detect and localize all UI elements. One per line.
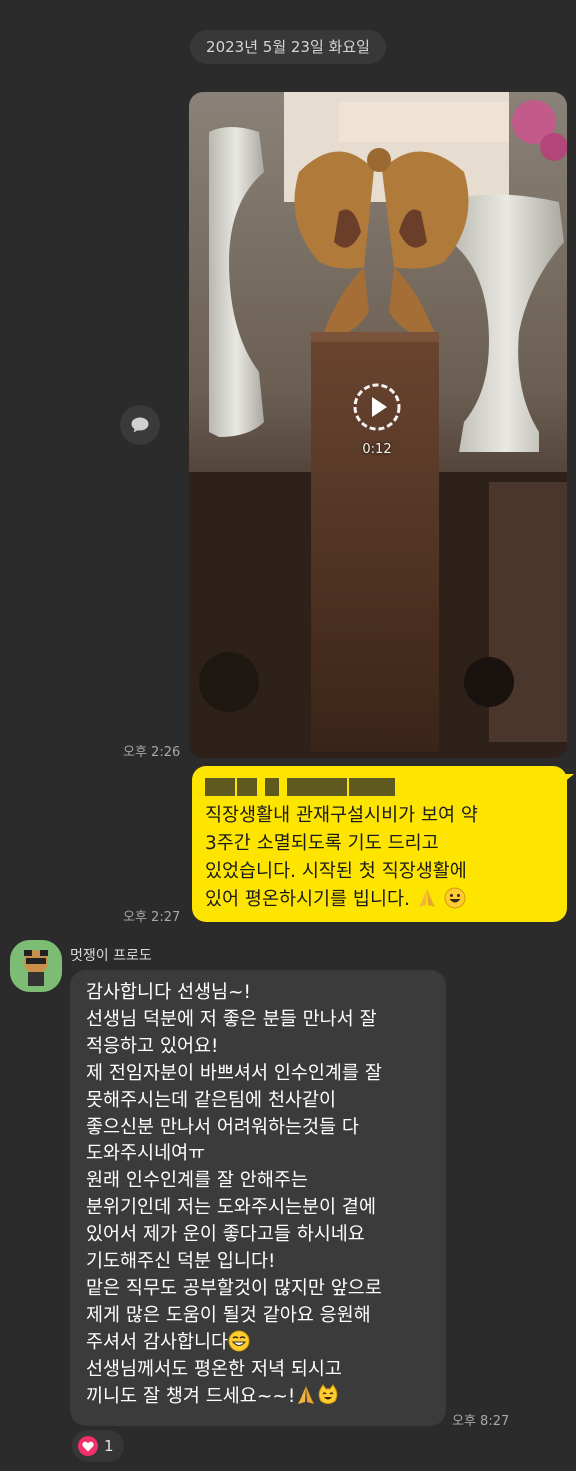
incoming-message-bubble[interactable]: 감사합니다 선생님~! 선생님 덕분에 저 좋은 분들 만나서 잘 적응하고 있…: [70, 970, 446, 1426]
play-icon[interactable]: [352, 382, 402, 432]
message-line: 도와주시네여ㅠ: [86, 1143, 206, 1165]
cat-face-icon: [318, 1383, 338, 1404]
message-line: 분위기인데 저는 도와주시는분이 곁에: [86, 1197, 376, 1219]
share-button[interactable]: [120, 405, 160, 445]
message-line: 좋으신분 만나서 어려워하는것들 다: [86, 1116, 359, 1138]
message-time: 오후 2:27: [123, 910, 181, 925]
bubble-tail: [562, 774, 574, 784]
message-line: 감사합니다 선생님~!: [86, 982, 251, 1003]
message-line: 제게 많은 도움이 될것 같아요 응원해: [86, 1304, 371, 1326]
message-line: 기도해주신 덕분 입니다!: [86, 1251, 276, 1273]
message-line: 맡은 직무도 공부할것이 많지만 앞으로: [86, 1277, 382, 1299]
speech-bubble-icon: [131, 417, 149, 433]
message-line: 선생님께서도 평온한 저녁 되시고: [86, 1358, 342, 1380]
sender-name: 멋쟁이 프로도: [70, 948, 152, 964]
message-time: 오후 2:26: [123, 745, 181, 760]
grinning-face-icon: [228, 1330, 250, 1352]
reaction-count: 1: [104, 1437, 114, 1455]
message-line: 있어서 제가 운이 좋다고들 하시네요: [86, 1224, 365, 1246]
message-line: 직장생활내 관재구설시비가 보여 약: [205, 805, 478, 826]
outgoing-message-bubble[interactable]: 직장생활내 관재구설시비가 보여 약 3주간 소멸되도록 기도 드리고 있었습니…: [192, 766, 574, 922]
praying-hands-icon: [298, 1385, 315, 1404]
message-line-with-emoji: 주셔서 감사합니다: [86, 1330, 434, 1357]
date-divider: 2023년 5월 23일 화요일: [190, 30, 386, 64]
video-duration: 0:12: [362, 442, 392, 457]
message-line: 못해주시는데 같은팀에 천사같이: [86, 1089, 337, 1111]
message-line: 3주간 소멸되도록 기도 드리고: [205, 833, 439, 854]
praying-hands-icon: [418, 889, 435, 907]
message-line: 선생님 덕분에 저 좋은 분들 만나서 잘: [86, 1008, 377, 1030]
message-line: 있었습니다. 시작된 첫 직장생활에: [205, 861, 467, 882]
message-line: 원래 인수인계를 잘 안해주는: [86, 1170, 308, 1192]
reaction-badge[interactable]: 1: [72, 1430, 124, 1462]
blurred-greeting: [205, 778, 555, 798]
video-message[interactable]: 0:12: [189, 92, 567, 758]
avatar[interactable]: [10, 940, 62, 992]
message-line: 제 전임자분이 바쁘셔서 인수인계를 잘: [86, 1062, 382, 1084]
smiley-face-icon: [444, 887, 466, 909]
message-line-with-emoji: 끼니도 잘 챙겨 드세요~~!: [86, 1383, 434, 1411]
message-line: 적응하고 있어요!: [86, 1035, 219, 1057]
message-time: 오후 8:27: [452, 1414, 510, 1429]
message-line-with-emoji: 있어 평온하시기를 빕니다.: [205, 886, 555, 914]
heart-icon: [78, 1436, 98, 1456]
profile-character-icon: [10, 940, 62, 992]
